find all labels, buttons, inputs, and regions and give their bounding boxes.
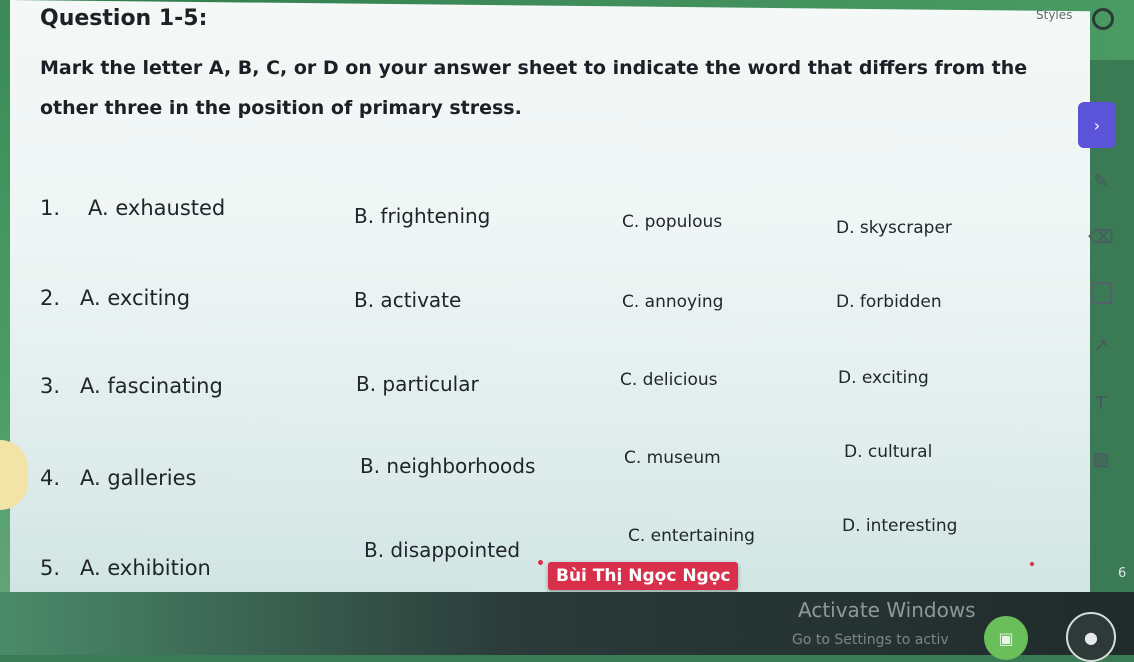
question-1-option-b: B. frightening — [354, 204, 491, 228]
question-4-option-a: A. galleries — [80, 466, 197, 490]
question-3-option-a: A. fascinating — [80, 374, 223, 398]
window-icon: ▣ — [998, 628, 1014, 648]
question-2-option-c: C. annoying — [622, 292, 724, 312]
question-3-option-c: C. delicious — [620, 370, 718, 390]
activate-windows-watermark: Activate Windows — [798, 598, 976, 622]
laser-dot-2 — [1030, 562, 1034, 566]
eraser-icon[interactable]: ⌫ — [1088, 226, 1113, 248]
question-3-option-d: D. exciting — [838, 368, 929, 388]
expand-panel-button[interactable]: › — [1078, 102, 1116, 148]
question-5-option-c: C. entertaining — [628, 526, 755, 546]
question-4-option-c: C. museum — [624, 448, 721, 468]
question-5-num: 5. — [40, 556, 61, 580]
question-1-num: 1. — [40, 196, 61, 220]
chevron-right-icon: › — [1093, 115, 1101, 135]
styles-label[interactable]: Styles — [1036, 8, 1072, 22]
question-1-option-d: D. skyscraper — [836, 218, 952, 238]
taskbar-app-button[interactable]: ▣ — [984, 616, 1028, 660]
question-4-num: 4. — [40, 466, 61, 490]
question-3-num: 3. — [40, 374, 61, 398]
app-icon: ● — [1084, 627, 1098, 647]
question-title: Question 1-5: — [40, 6, 208, 31]
page-number: 6 — [1118, 566, 1127, 581]
question-2-option-d: D. forbidden — [836, 292, 942, 312]
question-2-option-a: A. exciting — [80, 286, 191, 310]
question-5-option-a: A. exhibition — [80, 556, 211, 580]
instruction-text: Mark the letter A, B, C, or D on your an… — [40, 57, 1028, 119]
question-1-option-a: A. exhausted — [88, 196, 226, 220]
question-3-option-b: B. particular — [356, 372, 479, 396]
record-circle-icon[interactable] — [1092, 8, 1114, 30]
activate-windows-subtext: Go to Settings to activ — [792, 632, 949, 648]
question-2-option-b: B. activate — [354, 288, 462, 312]
pen-icon[interactable]: ✎ — [1090, 170, 1112, 192]
question-1-option-c: C. populous — [622, 212, 723, 232]
question-4-option-d: D. cultural — [844, 442, 933, 462]
question-5-option-d: D. interesting — [842, 516, 958, 536]
presenter-name-tag: Bùi Thị Ngọc Ngọc — [548, 562, 739, 590]
text-icon[interactable]: T — [1090, 392, 1112, 414]
image-icon[interactable]: ▧ — [1090, 448, 1112, 470]
laser-dot — [538, 560, 543, 565]
question-5-option-b: B. disappointed — [364, 538, 521, 562]
rectangle-icon[interactable] — [1092, 282, 1112, 304]
question-4-option-b: B. neighborhoods — [360, 454, 536, 478]
question-2-num: 2. — [40, 286, 61, 310]
arrow-icon[interactable]: ↗ — [1090, 334, 1112, 356]
